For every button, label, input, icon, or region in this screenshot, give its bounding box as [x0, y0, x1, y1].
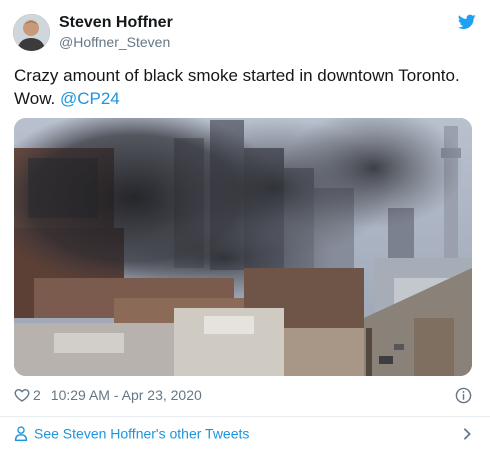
divider — [0, 416, 490, 417]
author-display-name[interactable]: Steven Hoffner — [59, 14, 173, 32]
heart-icon[interactable] — [14, 387, 30, 403]
mention-link[interactable]: @CP24 — [60, 89, 120, 108]
tweet-media-image[interactable] — [14, 118, 472, 376]
twitter-bird-icon[interactable] — [458, 14, 476, 30]
like-count[interactable]: 2 — [33, 387, 41, 403]
author-handle[interactable]: @Hoffner_Steven — [59, 32, 173, 52]
tweet-card: Steven Hoffner @Hoffner_Steven Crazy amo… — [0, 0, 490, 450]
tweet-text: Crazy amount of black smoke started in d… — [14, 64, 474, 110]
avatar[interactable] — [13, 14, 50, 51]
author-names: Steven Hoffner @Hoffner_Steven — [59, 14, 173, 52]
tweet-timestamp[interactable]: 10:29 AM - Apr 23, 2020 — [51, 387, 202, 403]
other-tweets-link[interactable]: See Steven Hoffner's other Tweets — [14, 424, 476, 446]
chevron-right-icon[interactable] — [462, 427, 472, 441]
tweet-header: Steven Hoffner @Hoffner_Steven — [13, 12, 476, 52]
tweet-meta: 2 10:29 AM - Apr 23, 2020 — [14, 386, 202, 406]
other-tweets-label[interactable]: See Steven Hoffner's other Tweets — [34, 425, 249, 441]
person-icon — [14, 426, 28, 441]
info-icon[interactable] — [455, 387, 472, 404]
smoke-cityscape-image — [14, 118, 472, 376]
